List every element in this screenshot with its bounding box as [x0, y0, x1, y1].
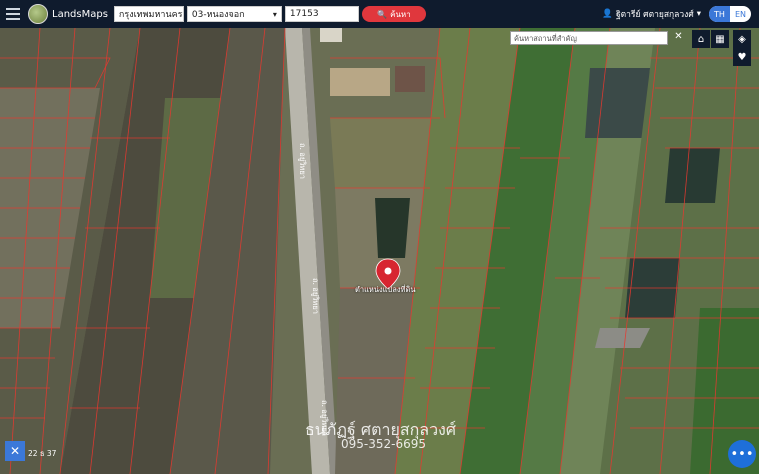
- district-value: 03-หนองจอก: [191, 10, 245, 20]
- heart-icon[interactable]: ♥: [733, 48, 751, 66]
- tools-icon[interactable]: ✕: [5, 441, 25, 461]
- more-options-button[interactable]: •••: [728, 440, 756, 468]
- parcel-number-input[interactable]: 17153: [284, 6, 359, 22]
- brand-name: LandsMaps: [52, 8, 108, 20]
- scale-text: 22 ธ 37: [28, 449, 57, 458]
- home-icon[interactable]: ⌂: [692, 30, 710, 48]
- menu-icon[interactable]: [6, 8, 20, 20]
- map-imagery: ถ. อยู่วิทยา ถ. อยู่วิทยา ถ. อยู่วิทยา: [0, 28, 759, 474]
- district-select[interactable]: 03-หนองจอก ▾: [186, 6, 282, 22]
- road-label: ถ. อยู่วิทยา: [298, 143, 307, 179]
- language-toggle[interactable]: TH EN: [709, 6, 751, 22]
- search-button-label: ค้นหา: [390, 9, 411, 19]
- province-value: กรุงเทพมหานคร: [118, 10, 183, 20]
- lang-th-button[interactable]: TH: [709, 6, 730, 22]
- place-search-input[interactable]: ค้นหาสถานที่สำคัญ: [510, 31, 668, 45]
- search-button[interactable]: 🔍 ค้นหา: [361, 6, 426, 22]
- user-icon: 👤: [602, 9, 613, 19]
- search-icon: 🔍: [377, 9, 388, 19]
- chevron-down-icon: ▾: [272, 9, 277, 19]
- pin-label: ตำแหน่งแปลงที่ดิน: [355, 285, 416, 294]
- user-menu[interactable]: 👤 ฐิตารีย์ ศตายุสกุลวงศ์ ▾: [602, 7, 701, 21]
- grid-icon[interactable]: ▦: [711, 30, 729, 48]
- watermark-phone: 095-352-6695: [341, 437, 427, 451]
- road-label: ถ. อยู่วิทยา: [311, 278, 320, 314]
- landsmaps-logo: [28, 4, 48, 24]
- layers-icon[interactable]: ◈: [733, 30, 751, 48]
- close-icon[interactable]: ✕: [672, 31, 685, 45]
- lang-en-button[interactable]: EN: [730, 6, 751, 22]
- chevron-down-icon: ▾: [696, 9, 701, 19]
- user-name: ฐิตารีย์ ศตายุสกุลวงศ์: [615, 10, 694, 20]
- province-select[interactable]: กรุงเทพมหานคร ▾: [113, 6, 190, 22]
- top-navbar: LandsMaps กรุงเทพมหานคร ▾ 03-หนองจอก ▾ 1…: [0, 0, 759, 28]
- satellite-map[interactable]: ถ. อยู่วิทยา ถ. อยู่วิทยา ถ. อยู่วิทยา ค…: [0, 28, 759, 474]
